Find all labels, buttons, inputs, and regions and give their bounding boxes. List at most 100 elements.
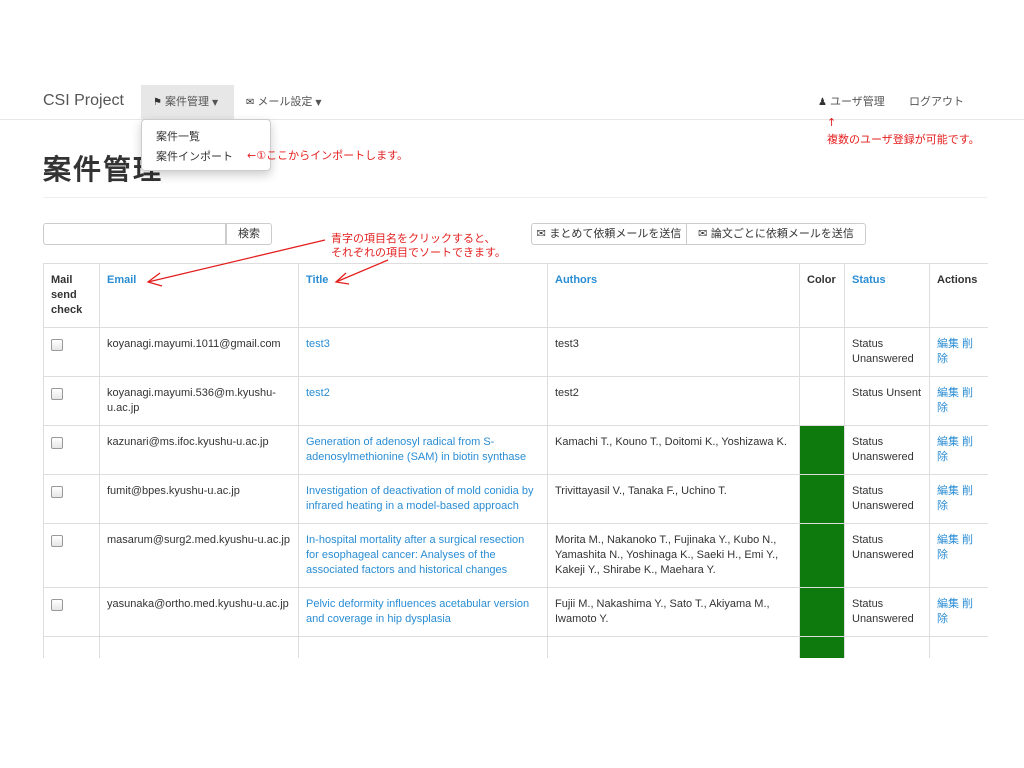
email-cell: koyanagi.mayumi.1011@gmail.com <box>99 327 299 377</box>
status-cell: Status Unanswered <box>844 425 930 475</box>
import-annotation: ←①ここからインポートします。 <box>247 149 408 162</box>
nav-menu-project-management-label: 案件管理 <box>164 95 209 108</box>
dropdown-item-project-list[interactable]: 案件一覧 <box>156 128 200 144</box>
header-authors[interactable]: Authors <box>547 263 800 328</box>
envelope-icon: ✉ <box>698 227 708 240</box>
authors-cell <box>547 636 800 658</box>
chevron-down-icon: ▼ <box>315 98 322 107</box>
sort-link-authors[interactable]: Authors <box>555 274 597 286</box>
edit-delete-link[interactable]: 編集 削除 <box>937 485 973 512</box>
table-row: kazunari@ms.ifoc.kyushu-u.ac.jp Generatio… <box>43 425 988 475</box>
brand-link[interactable]: CSI Project <box>43 92 124 110</box>
nav-menu-mail-settings-label: メール設定 <box>257 95 313 108</box>
title-link[interactable]: test3 <box>306 338 330 350</box>
mail-check-cell <box>43 636 100 658</box>
nav-logout[interactable]: ログアウト <box>909 85 964 119</box>
nav-user-management-label: ユーザ管理 <box>829 95 885 108</box>
header-status[interactable]: Status <box>844 263 930 328</box>
sort-annotation-line2: それぞれの項目でソートできます。 <box>331 246 506 259</box>
title-link[interactable]: Pelvic deformity influences acetabular v… <box>306 598 529 625</box>
nav-menu-mail-settings[interactable]: ✉ メール設定 ▼ <box>246 85 322 119</box>
mail-send-checkbox[interactable] <box>51 339 63 351</box>
nav-menu-project-management[interactable]: ⚑ 案件管理 ▼ <box>141 85 234 119</box>
search-button[interactable]: 検索 <box>226 223 272 245</box>
actions-cell: 編集 削除 <box>929 327 988 377</box>
status-cell: Status Unanswered <box>844 523 930 588</box>
chevron-down-icon: ▼ <box>211 98 219 107</box>
mail-check-cell <box>43 587 100 637</box>
header-email[interactable]: Email <box>99 263 299 328</box>
table-body: koyanagi.mayumi.1011@gmail.com test3 test3… <box>43 327 988 658</box>
table-row: koyanagi.mayumi.536@m.kyushu-u.ac.jp test… <box>43 376 988 426</box>
email-cell <box>99 636 299 658</box>
status-cell: Status Unanswered <box>844 474 930 524</box>
mail-check-cell <box>43 474 100 524</box>
mail-check-cell <box>43 376 100 426</box>
color-cell <box>799 523 845 588</box>
table-row: fumit@bpes.kyushu-u.ac.jp Investigation o… <box>43 474 988 524</box>
header-color: Color <box>799 263 845 328</box>
color-cell <box>799 636 845 658</box>
edit-delete-link[interactable]: 編集 削除 <box>937 598 973 625</box>
mail-check-cell <box>43 425 100 475</box>
header-mail-send-check: Mail send check <box>43 263 100 328</box>
authors-cell: Morita M., Nakanoko T., Fujinaka Y., Kub… <box>547 523 800 588</box>
search-input[interactable] <box>43 223 226 245</box>
send-per-paper-mail-button[interactable]: ✉ 論文ごとに依頼メールを送信 <box>686 223 866 245</box>
mail-check-cell <box>43 523 100 588</box>
nav-user-management[interactable]: ♟ ユーザ管理 <box>818 85 885 119</box>
email-cell: koyanagi.mayumi.536@m.kyushu-u.ac.jp <box>99 376 299 426</box>
edit-delete-link[interactable]: 編集 削除 <box>937 387 973 414</box>
color-cell <box>799 425 845 475</box>
title-cell: test2 <box>298 376 548 426</box>
actions-cell: 編集 削除 <box>929 425 988 475</box>
title-link[interactable]: Generation of adenosyl radical from S-ad… <box>306 436 526 463</box>
authors-cell: test2 <box>547 376 800 426</box>
color-cell <box>799 587 845 637</box>
mail-send-checkbox[interactable] <box>51 535 63 547</box>
sort-link-title[interactable]: Title <box>306 274 328 286</box>
actions-cell: 編集 削除 <box>929 523 988 588</box>
edit-delete-link[interactable]: 編集 削除 <box>937 436 973 463</box>
color-cell <box>799 474 845 524</box>
table-row: yasunaka@ortho.med.kyushu-u.ac.jp Pelvic … <box>43 587 988 637</box>
mail-send-checkbox[interactable] <box>51 437 63 449</box>
mail-check-cell <box>43 327 100 377</box>
title-link[interactable]: Investigation of deactivation of mold co… <box>306 485 533 512</box>
title-link[interactable]: test2 <box>306 387 330 399</box>
email-cell: yasunaka@ortho.med.kyushu-u.ac.jp <box>99 587 299 637</box>
title-cell: In-hospital mortality after a surgical r… <box>298 523 548 588</box>
status-cell <box>844 636 930 658</box>
actions-cell: 編集 削除 <box>929 474 988 524</box>
header-title[interactable]: Title <box>298 263 548 328</box>
envelope-icon: ✉ <box>536 227 546 240</box>
color-cell <box>799 327 845 377</box>
user-annotation: 複数のユーザ登録が可能です。 <box>827 133 980 146</box>
project-dropdown-menu: 案件一覧 案件インポート <box>141 119 271 171</box>
edit-delete-link[interactable]: 編集 削除 <box>937 534 973 561</box>
bookmark-icon: ⚑ <box>153 97 162 108</box>
user-icon: ♟ <box>818 97 827 108</box>
title-link[interactable]: In-hospital mortality after a surgical r… <box>306 534 524 576</box>
actions-cell <box>929 636 988 658</box>
user-annotation-arrow: ↑ <box>827 116 837 129</box>
mail-send-checkbox[interactable] <box>51 599 63 611</box>
send-bulk-mail-button[interactable]: ✉ まとめて依頼メールを送信 <box>531 223 687 245</box>
send-per-paper-mail-label: 論文ごとに依頼メールを送信 <box>710 227 854 240</box>
status-cell: Status Unanswered <box>844 587 930 637</box>
sort-link-email[interactable]: Email <box>107 274 136 286</box>
table-row: masarum@surg2.med.kyushu-u.ac.jp In-hospi… <box>43 523 988 588</box>
envelope-icon: ✉ <box>246 97 255 108</box>
divider <box>43 197 987 198</box>
email-cell: kazunari@ms.ifoc.kyushu-u.ac.jp <box>99 425 299 475</box>
dropdown-item-project-import[interactable]: 案件インポート <box>156 148 233 164</box>
sort-link-status[interactable]: Status <box>852 274 886 286</box>
authors-cell: Trivittayasil V., Tanaka F., Uchino T. <box>547 474 800 524</box>
mail-send-checkbox[interactable] <box>51 486 63 498</box>
header-actions: Actions <box>929 263 988 328</box>
edit-delete-link[interactable]: 編集 削除 <box>937 338 973 365</box>
authors-cell: Kamachi T., Kouno T., Doitomi K., Yoshiz… <box>547 425 800 475</box>
project-table-container: Mail send check Email Title Authors Colo… <box>43 263 988 658</box>
mail-send-checkbox[interactable] <box>51 388 63 400</box>
title-cell: test3 <box>298 327 548 377</box>
